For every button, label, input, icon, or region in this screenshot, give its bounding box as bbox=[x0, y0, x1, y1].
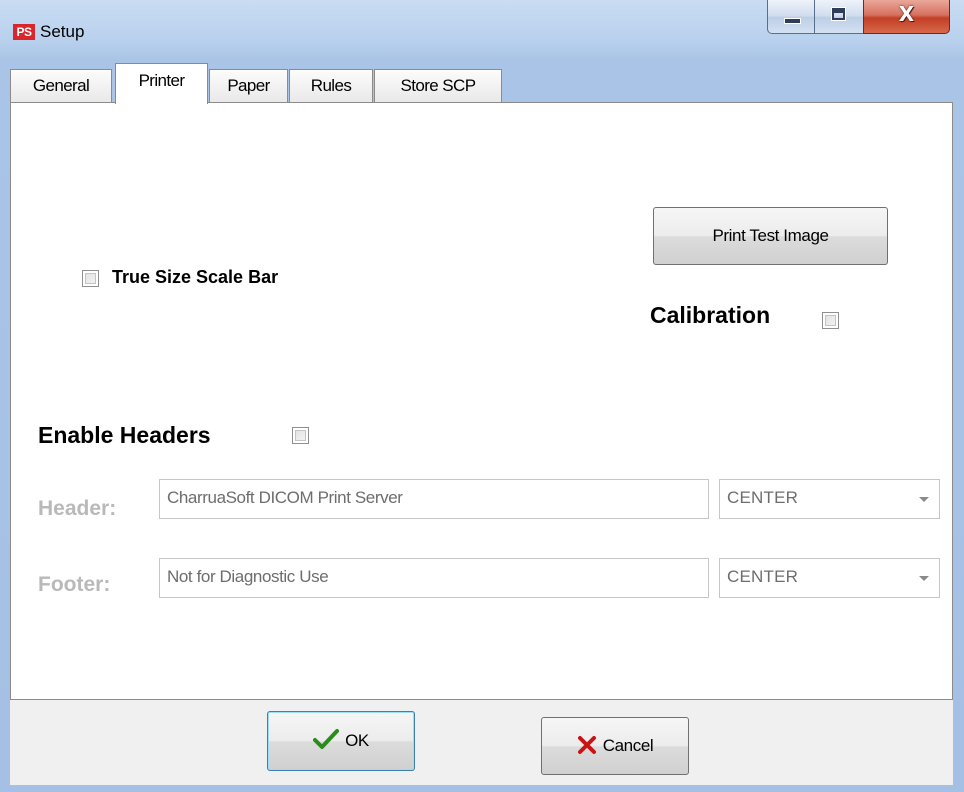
cancel-button-label: Cancel bbox=[602, 736, 654, 755]
footer-alignment-select[interactable]: CENTER bbox=[719, 558, 940, 598]
close-icon: X bbox=[898, 2, 915, 26]
title-bar[interactable]: PS Setup X bbox=[0, 0, 964, 60]
header-alignment-select[interactable]: CENTER bbox=[719, 479, 940, 519]
true-size-scale-bar-checkbox[interactable] bbox=[82, 270, 99, 287]
calibration-checkbox[interactable] bbox=[822, 312, 839, 329]
dialog-button-bar: OK Cancel bbox=[10, 700, 953, 785]
enable-headers-label: Enable Headers bbox=[38, 422, 211, 448]
chevron-down-icon bbox=[919, 576, 929, 581]
footer-text-input[interactable]: Not for Diagnostic Use bbox=[159, 558, 709, 598]
window-title: Setup bbox=[40, 22, 85, 41]
tab-general[interactable]: General bbox=[10, 69, 112, 103]
minimize-icon bbox=[784, 18, 801, 24]
print-test-image-button[interactable]: Print Test Image bbox=[653, 207, 888, 265]
tab-rules[interactable]: Rules bbox=[289, 69, 373, 103]
calibration-label: Calibration bbox=[650, 302, 771, 328]
app-logo-icon: PS bbox=[13, 24, 35, 40]
close-button[interactable]: X bbox=[863, 0, 950, 34]
setup-window: PS Setup X General Printer Paper Rules S… bbox=[0, 0, 964, 792]
maximize-button[interactable] bbox=[814, 0, 864, 34]
true-size-scale-bar-label: True Size Scale Bar bbox=[112, 267, 279, 287]
minimize-button[interactable] bbox=[767, 0, 815, 34]
footer-alignment-value: CENTER bbox=[727, 567, 799, 586]
ok-button[interactable]: OK bbox=[267, 711, 415, 771]
header-alignment-value: CENTER bbox=[727, 488, 799, 507]
tab-store-scp[interactable]: Store SCP bbox=[374, 69, 502, 103]
ok-button-label: OK bbox=[345, 731, 369, 750]
check-icon bbox=[313, 729, 340, 749]
printer-tab-panel: Print Test Image True Size Scale Bar Cal… bbox=[10, 102, 953, 700]
cancel-button[interactable]: Cancel bbox=[541, 717, 689, 775]
chevron-down-icon bbox=[919, 497, 929, 502]
header-text-input[interactable]: CharruaSoft DICOM Print Server bbox=[159, 479, 709, 519]
tab-printer[interactable]: Printer bbox=[115, 63, 208, 104]
maximize-icon bbox=[832, 8, 845, 20]
tab-paper[interactable]: Paper bbox=[209, 69, 288, 103]
footer-label: Footer: bbox=[38, 573, 111, 596]
enable-headers-checkbox[interactable] bbox=[292, 427, 309, 444]
x-mark-icon bbox=[577, 736, 596, 754]
header-label: Header: bbox=[38, 497, 117, 520]
